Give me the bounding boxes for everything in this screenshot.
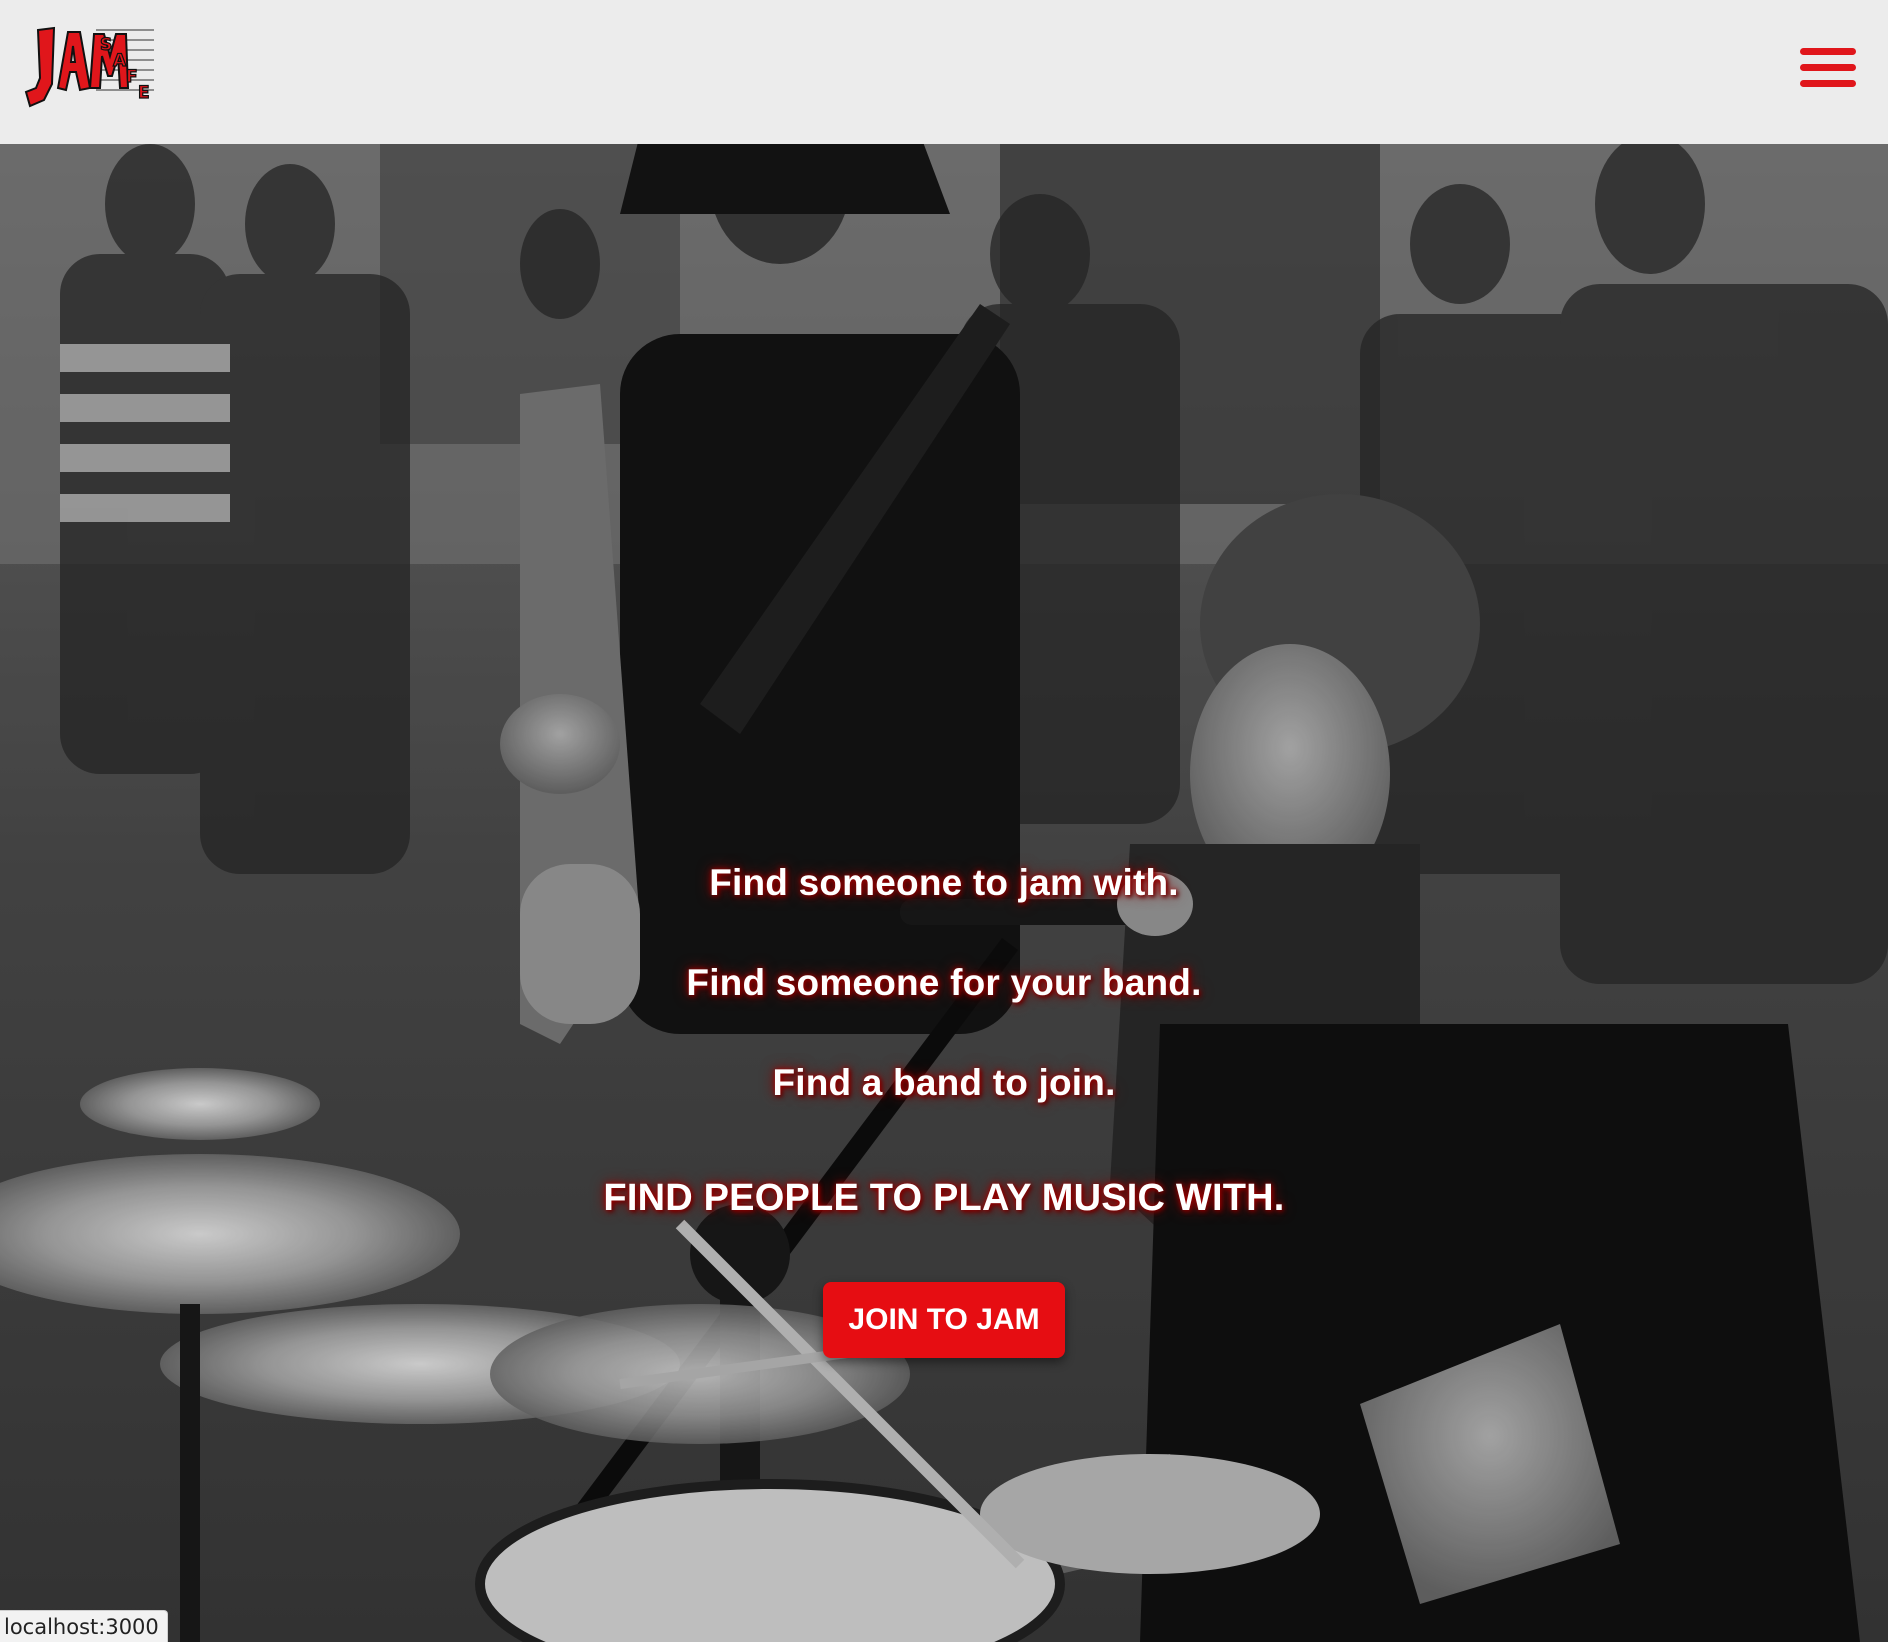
jamsafe-logo[interactable]: S A F E bbox=[24, 26, 156, 108]
tagline-jam: Find someone to jam with. bbox=[709, 862, 1179, 903]
svg-text:S: S bbox=[100, 35, 112, 55]
hero-headline: FIND PEOPLE TO PLAY MUSIC WITH. bbox=[603, 1177, 1285, 1219]
hero-text-block: Find someone to jam with. Find someone f… bbox=[0, 144, 1888, 1642]
hero-section: Find someone to jam with. Find someone f… bbox=[0, 144, 1888, 1642]
browser-status-url: localhost:3000 bbox=[0, 1610, 168, 1642]
site-header: S A F E bbox=[0, 0, 1888, 144]
svg-text:E: E bbox=[138, 83, 150, 103]
hamburger-menu-icon[interactable] bbox=[1800, 48, 1856, 88]
svg-text:F: F bbox=[126, 67, 138, 87]
tagline-join-band: Find a band to join. bbox=[772, 1062, 1116, 1103]
join-to-jam-button[interactable]: JOIN TO JAM bbox=[823, 1282, 1065, 1358]
tagline-band-member: Find someone for your band. bbox=[686, 962, 1202, 1003]
svg-text:A: A bbox=[113, 51, 127, 71]
